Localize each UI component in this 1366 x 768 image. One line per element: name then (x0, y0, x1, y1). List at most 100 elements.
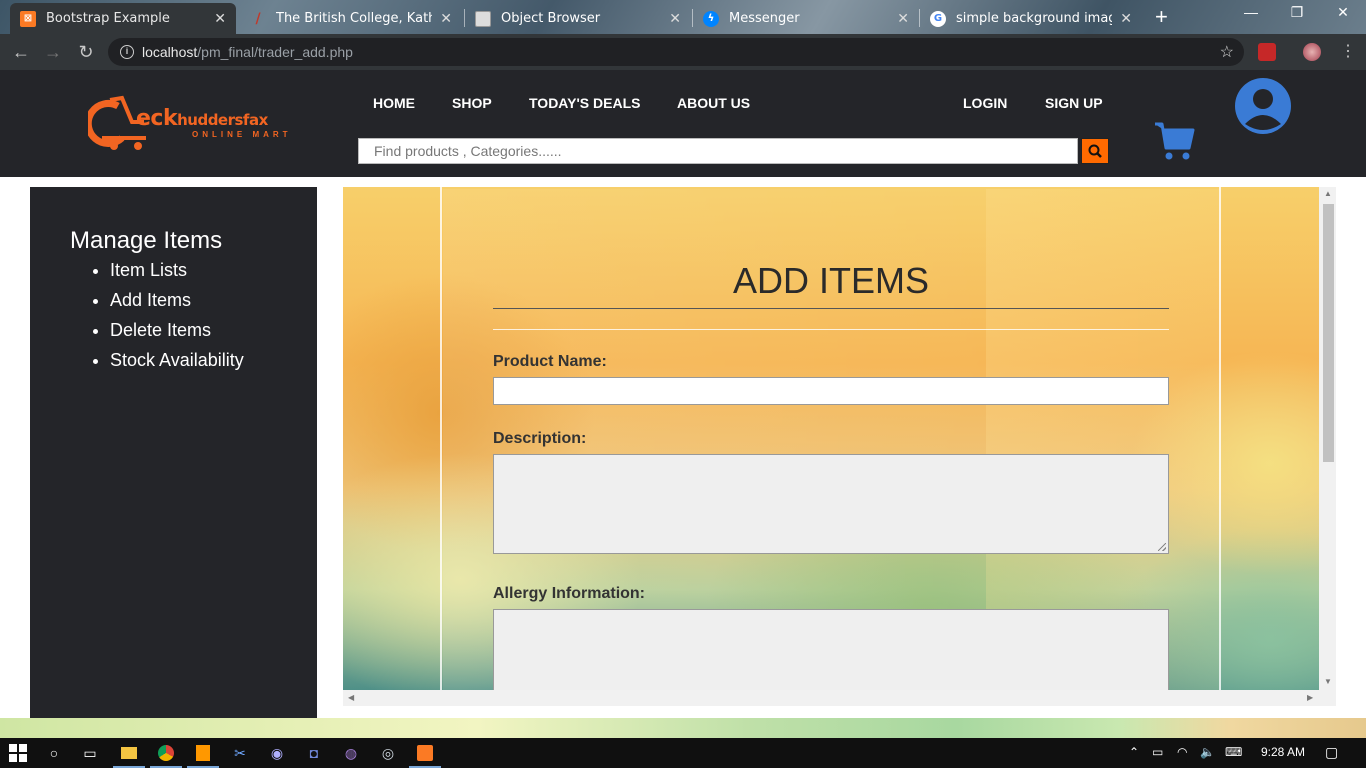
chevron-up-icon[interactable]: ⌃ (1129, 745, 1139, 759)
address-bar[interactable]: i localhost/pm_final/trader_add.php ☆ (108, 38, 1244, 66)
viber-icon[interactable]: ◍ (341, 743, 361, 763)
info-icon[interactable]: i (120, 45, 134, 59)
windows-taskbar: ○ ▭ ✂ ◉ ◘ ◍ ◎ ⌃ ▭ ◠ 🔈 ⌨ 9:28 AM ▢ (0, 738, 1366, 768)
tab-messenger[interactable]: ϟ Messenger ✕ (693, 3, 919, 34)
volume-icon[interactable]: 🔈 (1200, 745, 1215, 759)
scroll-down-arrow-icon[interactable]: ▼ (1324, 677, 1332, 686)
nav-about-us[interactable]: ABOUT US (677, 95, 750, 111)
close-window-button[interactable]: ✕ (1320, 4, 1366, 21)
app-icon[interactable]: ◉ (267, 743, 287, 763)
search-input[interactable]: Find products , Categories...... (358, 138, 1078, 164)
profile-icon[interactable] (1303, 43, 1321, 61)
back-icon[interactable]: ← (9, 40, 33, 64)
clock-time[interactable]: 9:28 AM (1261, 745, 1305, 759)
content-frame: ADD ITEMS Product Name: Description: All… (343, 187, 1336, 706)
close-icon[interactable]: ✕ (214, 11, 226, 27)
close-icon[interactable]: ✕ (897, 11, 909, 27)
google-icon: G (930, 10, 946, 27)
scroll-left-arrow-icon[interactable]: ◀ (348, 693, 354, 702)
steam-icon[interactable]: ◎ (378, 743, 398, 763)
wifi-icon[interactable]: ◠ (1177, 745, 1187, 759)
tab-title: Bootstrap Example (46, 11, 170, 26)
task-view-icon[interactable]: ▭ (80, 743, 100, 763)
sidebar-item-add-items[interactable]: Add Items (110, 290, 244, 311)
restore-button[interactable]: ❐ (1274, 4, 1320, 21)
tab-title: simple background image - Google (956, 11, 1112, 26)
reload-icon[interactable]: ↻ (74, 40, 98, 64)
xampp-icon: ⊠ (20, 10, 36, 27)
xampp-icon[interactable] (409, 743, 441, 768)
tab-object-browser[interactable]: Object Browser ✕ (465, 3, 691, 34)
logo-tagline: ONLINE MART (192, 130, 292, 139)
sidebar-title: Manage Items (70, 227, 223, 254)
keyboard-icon[interactable]: ⌨ (1225, 745, 1242, 759)
tab-title: Object Browser (501, 11, 601, 26)
background-image: ADD ITEMS Product Name: Description: All… (343, 187, 1319, 706)
divider (493, 308, 1169, 309)
scroll-up-arrow-icon[interactable]: ▲ (1324, 189, 1332, 198)
user-avatar-icon[interactable] (1233, 76, 1293, 136)
allergy-information-label: Allergy Information: (493, 585, 646, 602)
sidebar-menu: Item Lists Add Items Delete Items Stock … (110, 260, 244, 380)
extension-icon[interactable] (1258, 43, 1276, 61)
scroll-right-arrow-icon[interactable]: ▶ (1307, 693, 1313, 702)
manage-items-sidebar: Manage Items Item Lists Add Items Delete… (30, 187, 317, 718)
browser-tab-strip: ⊠ Bootstrap Example ✕ / The British Coll… (0, 0, 1366, 34)
product-name-input[interactable] (493, 377, 1169, 405)
browser-toolbar: ← → ↻ i localhost/pm_final/trader_add.ph… (0, 34, 1366, 70)
page-icon (475, 10, 491, 27)
close-icon[interactable]: ✕ (440, 11, 452, 27)
page-background-strip (0, 718, 1366, 738)
search-button[interactable] (1081, 138, 1109, 164)
messenger-icon: ϟ (703, 10, 719, 27)
divider (440, 187, 442, 690)
file-explorer-icon[interactable] (113, 743, 145, 768)
college-icon: / (255, 10, 261, 27)
logo-wordmark: eckhuddersfax (136, 106, 268, 131)
cart-icon[interactable] (1153, 120, 1195, 162)
nav-home[interactable]: HOME (373, 95, 415, 111)
search-circle-icon[interactable]: ○ (44, 743, 64, 763)
battery-icon[interactable]: ▭ (1152, 745, 1163, 759)
windows-start-icon[interactable] (8, 743, 28, 763)
minimize-button[interactable]: — (1228, 4, 1274, 20)
url-text: localhost/pm_final/trader_add.php (142, 44, 353, 60)
description-textarea[interactable] (493, 454, 1169, 554)
sidebar-item-stock-availability[interactable]: Stock Availability (110, 350, 244, 371)
vertical-scrollbar[interactable]: ▲ ▼ (1319, 187, 1336, 690)
nav-shop[interactable]: SHOP (452, 95, 492, 111)
nav-sign-up[interactable]: SIGN UP (1045, 95, 1103, 111)
notifications-icon[interactable]: ▢ (1325, 744, 1338, 761)
scrollbar-thumb[interactable] (1323, 204, 1334, 462)
snipping-tool-icon[interactable]: ✂ (230, 743, 250, 763)
divider (493, 329, 1169, 330)
nav-todays-deals[interactable]: TODAY'S DEALS (529, 95, 640, 111)
close-icon[interactable]: ✕ (669, 11, 681, 27)
site-logo[interactable]: eckhuddersfax ONLINE MART (88, 92, 300, 152)
add-items-form: ADD ITEMS Product Name: Description: All… (443, 189, 1219, 706)
sublime-text-icon[interactable] (187, 743, 219, 768)
menu-dots-icon[interactable]: ⋮ (1336, 40, 1360, 64)
bookmark-star-icon[interactable]: ☆ (1220, 42, 1234, 62)
tab-title: Messenger (729, 11, 800, 26)
sidebar-item-delete-items[interactable]: Delete Items (110, 320, 244, 341)
divider (1219, 187, 1221, 690)
tab-google-search[interactable]: G simple background image - Google ✕ (920, 3, 1142, 34)
chrome-icon[interactable] (150, 743, 182, 768)
resize-handle-icon[interactable] (1158, 543, 1166, 551)
nav-login[interactable]: LOGIN (963, 95, 1007, 111)
form-title: ADD ITEMS (732, 260, 929, 301)
forward-icon[interactable]: → (41, 40, 65, 64)
tab-bootstrap-example[interactable]: ⊠ Bootstrap Example ✕ (10, 3, 236, 34)
tab-british-college[interactable]: / The British College, Kathmandu ✕ (240, 3, 462, 34)
search-icon (1088, 144, 1102, 158)
site-header: eckhuddersfax ONLINE MART HOME SHOP TODA… (0, 70, 1366, 177)
description-label: Description: (493, 430, 587, 447)
product-name-label: Product Name: (493, 353, 607, 370)
discord-icon[interactable]: ◘ (304, 743, 324, 763)
sidebar-item-item-lists[interactable]: Item Lists (110, 260, 244, 281)
close-icon[interactable]: ✕ (1120, 11, 1132, 27)
new-tab-button[interactable]: + (1155, 6, 1168, 28)
tab-title: The British College, Kathmandu (276, 11, 432, 26)
horizontal-scrollbar[interactable]: ◀ ▶ (343, 690, 1319, 706)
